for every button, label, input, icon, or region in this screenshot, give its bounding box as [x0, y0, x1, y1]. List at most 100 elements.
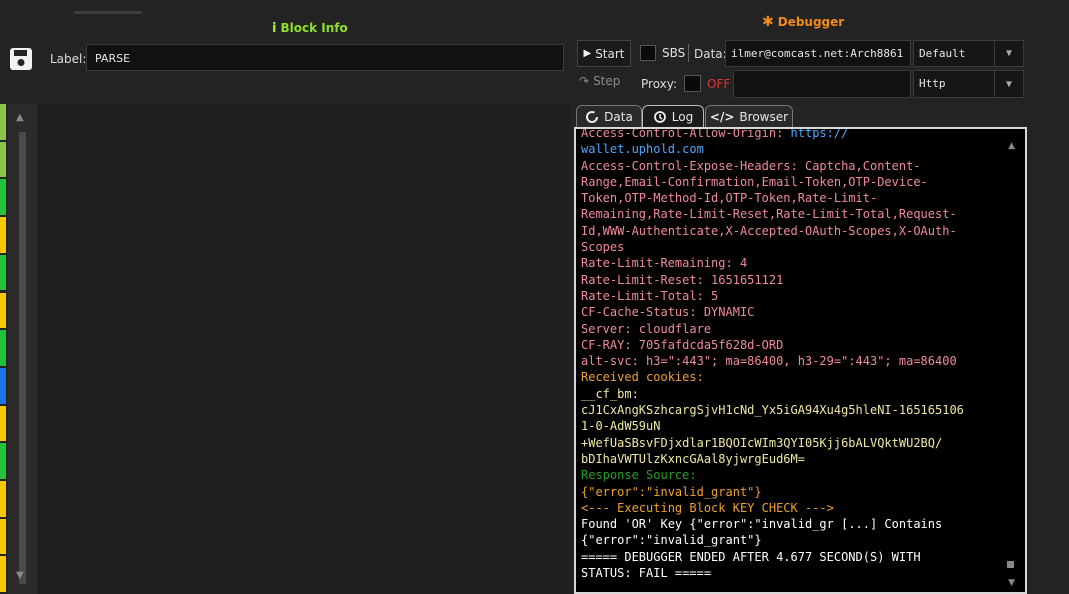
block-status-marker: [0, 518, 6, 555]
proxy-type-value: Http: [919, 77, 946, 90]
step-icon: ↷: [579, 74, 590, 88]
tab-browser[interactable]: </> Browser: [705, 105, 793, 128]
scroll-up-icon[interactable]: ▲: [16, 112, 24, 123]
log-line: Remaining,Rate-Limit-Reset,Rate-Limit-To…: [581, 206, 993, 222]
log-line: alt-svc: h3=":443"; ma=86400, h3-29=":44…: [581, 353, 993, 369]
log-line-text: Response Source:: [581, 468, 697, 483]
log-line-text: +WefUaSBsvFDjxdlar1BQOIcWIm3QYI05Kjj6bAL…: [581, 435, 943, 450]
block-status-marker: [0, 292, 6, 329]
block-info-header: i Block Info: [272, 19, 348, 37]
mode-select-value: Default: [919, 47, 966, 60]
tab-data-label: Data: [604, 110, 633, 124]
proxy-checkbox[interactable]: [684, 75, 701, 92]
log-line-text: cJ1CxAngKSzhcargSjvH1cNd_Yx5iGA94Xu4g5hl…: [581, 403, 964, 418]
log-line-text: Token,OTP-Method-Id,OTP-Token,Rate-Limit…: [581, 191, 878, 206]
block-status-marker: [0, 405, 6, 442]
log-line-text: 1-0-AdW59uN: [581, 419, 661, 434]
tab-data[interactable]: Data: [576, 105, 642, 128]
block-list-scrollbar[interactable]: ▲ ▼: [8, 104, 37, 594]
log-line-text: alt-svc: h3=":443"; ma=86400, h3-29=":44…: [581, 354, 957, 369]
log-line-text: <--- Executing Block KEY CHECK --->: [581, 500, 834, 515]
log-line-text: STATUS: FAIL =====: [581, 566, 712, 581]
log-line: STATUS: FAIL =====: [581, 565, 993, 581]
debugger-log[interactable]: Access-Control-Allow-Origin: https://wal…: [574, 127, 1027, 594]
step-button[interactable]: ↷ Step: [579, 74, 620, 88]
start-button[interactable]: ▶ Start: [577, 40, 631, 67]
block-status-marker: [0, 556, 6, 593]
scroll-thumb[interactable]: [19, 132, 26, 584]
mode-select[interactable]: Default ▼: [913, 40, 1024, 67]
block-info-title: Block Info: [280, 21, 348, 35]
log-line: CF-RAY: 705fafdcda5f628d-ORD: [581, 337, 993, 353]
step-label: Step: [593, 74, 621, 88]
label-input[interactable]: PARSE: [86, 44, 564, 71]
top-divider: [74, 11, 142, 14]
log-line-text: wallet.uphold.com: [581, 142, 704, 157]
debugger-header: ✱ Debugger: [762, 14, 844, 30]
data-input[interactable]: ilmer@comcast.net:Arch8861: [725, 40, 911, 67]
proxy-label: Proxy:: [641, 77, 678, 91]
log-line: CF-Cache-Status: DYNAMIC: [581, 304, 993, 320]
log-line-text: {"error":"invalid_grant"}: [581, 533, 762, 548]
log-line-text: Received cookies:: [581, 370, 704, 385]
block-status-strip: [0, 104, 6, 594]
log-line: Found 'OR' Key {"error":"invalid_gr [...…: [581, 516, 993, 532]
block-status-marker: [0, 179, 6, 216]
proxy-input[interactable]: [733, 70, 911, 98]
code-icon: </>: [709, 110, 735, 124]
tab-log[interactable]: Log: [642, 105, 704, 128]
log-line: 1-0-AdW59uN: [581, 418, 993, 434]
log-line-text: Id,WWW-Authenticate,X-Accepted-OAuth-Sco…: [581, 223, 957, 238]
scroll-up-icon[interactable]: ▲: [1008, 141, 1015, 151]
log-line: Rate-Limit-Total: 5: [581, 288, 993, 304]
chevron-down-icon[interactable]: ▼: [994, 71, 1023, 97]
data-label: Data:: [694, 47, 727, 61]
save-icon[interactable]: [9, 47, 33, 71]
refresh-icon: [586, 111, 599, 123]
log-line-text: Found 'OR' Key {"error":"invalid_gr [...…: [581, 517, 943, 532]
log-line-text: Rate-Limit-Remaining: 4: [581, 256, 748, 271]
block-status-marker: [0, 104, 6, 140]
log-line: Rate-Limit-Reset: 1651651121: [581, 272, 993, 288]
log-line: cJ1CxAngKSzhcargSjvH1cNd_Yx5iGA94Xu4g5hl…: [581, 402, 993, 418]
proxy-type-select[interactable]: Http ▼: [913, 70, 1024, 98]
log-line: {"error":"invalid_grant"}: [581, 484, 993, 500]
log-line-text: __cf_bm:: [581, 386, 639, 401]
sbs-checkbox[interactable]: [640, 45, 656, 61]
log-line: <--- Executing Block KEY CHECK --->: [581, 500, 993, 516]
sbs-label: SBS: [662, 46, 686, 60]
log-line-text: ===== DEBUGGER ENDED AFTER 4.677 SECOND(…: [581, 549, 921, 564]
chevron-down-icon[interactable]: ▼: [994, 41, 1023, 66]
log-line-text: CF-Cache-Status: DYNAMIC: [581, 305, 755, 320]
block-status-marker: [0, 443, 6, 479]
label-caption: Label:: [50, 52, 87, 66]
start-label: Start: [595, 46, 625, 61]
log-line: bDIhaVWTUlzKxncGAal8yjwrgEud6M=: [581, 451, 993, 467]
log-line: Token,OTP-Method-Id,OTP-Token,Rate-Limit…: [581, 190, 993, 206]
log-link[interactable]: https://: [791, 129, 849, 140]
block-settings-panel: [38, 104, 570, 594]
scroll-thumb[interactable]: [1007, 561, 1014, 568]
log-line: Scopes: [581, 239, 993, 255]
log-line: wallet.uphold.com: [581, 141, 993, 157]
log-line-text: Access-Control-Expose-Headers: Captcha,C…: [581, 158, 921, 173]
history-icon: [653, 111, 666, 123]
log-line: Access-Control-Expose-Headers: Captcha,C…: [581, 158, 993, 174]
block-status-marker: [0, 330, 6, 366]
log-line: Id,WWW-Authenticate,X-Accepted-OAuth-Sco…: [581, 223, 993, 239]
log-line: Rate-Limit-Remaining: 4: [581, 255, 993, 271]
log-line: Response Source:: [581, 467, 993, 483]
log-line: ===== DEBUGGER ENDED AFTER 4.677 SECOND(…: [581, 549, 993, 565]
block-status-marker: [0, 481, 6, 517]
bug-icon: ✱: [762, 14, 774, 30]
log-line: Access-Control-Allow-Origin: https://: [581, 129, 993, 141]
toolbar-divider: [688, 44, 689, 62]
proxy-status: OFF: [707, 77, 731, 91]
log-line: +WefUaSBsvFDjxdlar1BQOIcWIm3QYI05Kjj6bAL…: [581, 435, 993, 451]
scroll-down-icon[interactable]: ▼: [16, 570, 24, 581]
log-line: Server: cloudflare: [581, 321, 993, 337]
log-line-text: Rate-Limit-Total: 5: [581, 288, 719, 303]
block-status-marker: [0, 367, 6, 404]
tab-browser-label: Browser: [739, 110, 789, 124]
scroll-down-icon[interactable]: ▼: [1008, 578, 1015, 588]
